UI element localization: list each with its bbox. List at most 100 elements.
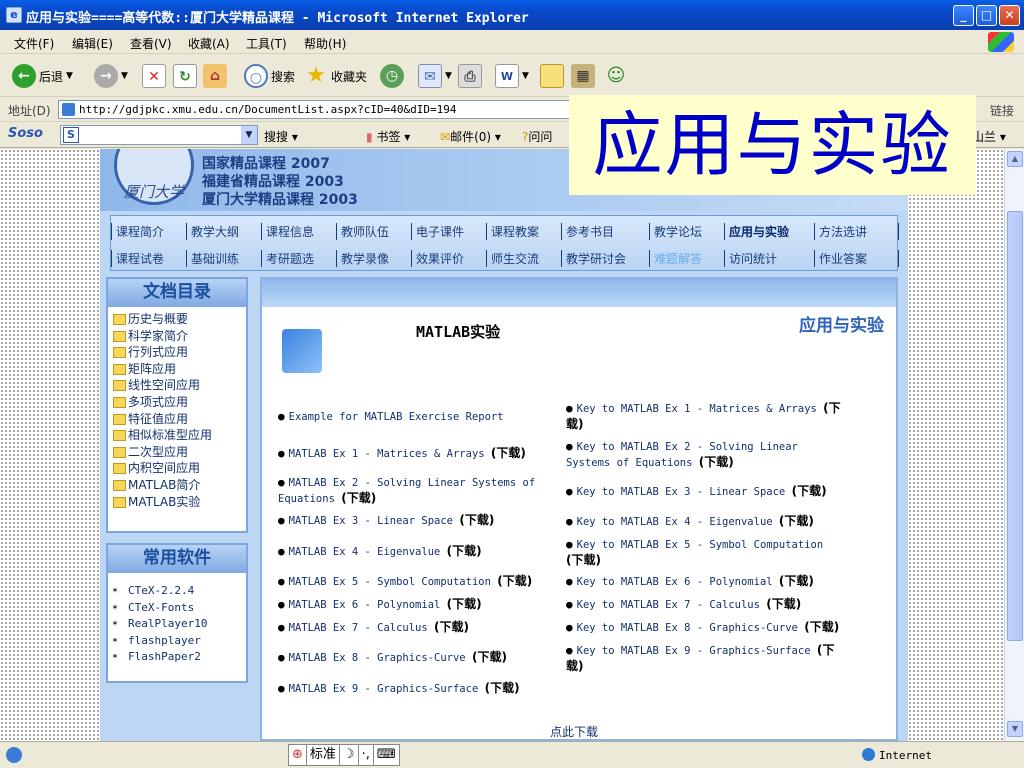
links-button[interactable]: 链接 <box>990 102 1014 119</box>
ime-logo-icon[interactable]: ⊕ <box>289 745 307 765</box>
back-dropdown-icon[interactable]: ▼ <box>66 71 73 81</box>
refresh-button[interactable]: ↻ <box>173 61 197 91</box>
close-button[interactable]: ✕ <box>999 5 1020 26</box>
key-file-item[interactable]: ● Key to MATLAB Ex 2 - Solving Linear Sys… <box>566 439 846 471</box>
ime-toolbar[interactable]: ⊕ 标准 ☽ ·, ⌨ <box>288 744 400 766</box>
soso-bookmarks-button[interactable]: ▮ 书签 ▾ <box>366 128 410 145</box>
nav-exams[interactable]: 课程试卷 <box>111 249 186 267</box>
key-file-item[interactable]: ● Key to MATLAB Ex 5 - Symbol Computation… <box>566 537 846 569</box>
mail-button[interactable]: ✉ ▼ <box>418 61 452 91</box>
nav-videos[interactable]: 教学录像 <box>336 249 411 267</box>
doc-link[interactable]: 历史与概要 <box>113 311 246 328</box>
print-button[interactable]: ⎙ <box>458 61 482 91</box>
home-button[interactable]: ⌂ <box>203 61 227 91</box>
doc-link[interactable]: 内积空间应用 <box>113 460 246 477</box>
nav-course-intro[interactable]: 课程简介 <box>111 222 186 240</box>
mail-dropdown-icon[interactable]: ▼ <box>445 71 452 81</box>
messenger-button[interactable]: ☺ <box>604 61 628 91</box>
ime-moon-icon[interactable]: ☽ <box>340 745 359 765</box>
nav-basic-training[interactable]: 基础训练 <box>186 249 261 267</box>
file-item[interactable]: ● MATLAB Ex 3 - Linear Space (下载) <box>278 513 548 529</box>
edit-dropdown-icon[interactable]: ▼ <box>522 71 529 81</box>
vertical-scrollbar[interactable]: ▲ ▼ <box>1004 149 1024 741</box>
menu-tools[interactable]: 工具(T) <box>246 35 287 52</box>
key-file-item[interactable]: ● Key to MATLAB Ex 4 - Eigenvalue (下载) <box>566 514 846 530</box>
nav-lesson-plans[interactable]: 课程教案 <box>486 222 561 240</box>
stop-button[interactable]: ✕ <box>142 61 166 91</box>
file-item[interactable]: ● MATLAB Ex 7 - Calculus (下载) <box>278 620 548 636</box>
file-item[interactable]: ● MATLAB Ex 5 - Symbol Computation (下载) <box>278 574 548 590</box>
nav-applications[interactable]: 应用与实验 <box>724 222 814 240</box>
favorites-button[interactable]: ★ 收藏夹 <box>304 61 367 91</box>
download-all-link[interactable]: 点此下载 <box>550 723 598 740</box>
doc-link[interactable]: 特征值应用 <box>113 411 246 428</box>
soso-extra[interactable]: 山兰 ▾ <box>972 128 1006 145</box>
file-item[interactable]: ● MATLAB Ex 8 - Graphics-Curve (下载) <box>278 650 548 666</box>
software-link[interactable]: CTeX-2.2.4 <box>112 583 246 600</box>
software-link[interactable]: CTeX-Fonts <box>112 600 246 617</box>
file-item[interactable]: ● MATLAB Ex 1 - Matrices & Arrays (下载) <box>278 446 548 462</box>
software-link[interactable]: RealPlayer10 <box>112 616 246 633</box>
soso-dropdown-icon[interactable]: ▼ <box>241 126 257 144</box>
history-button[interactable]: ◷ <box>380 61 404 91</box>
doc-link[interactable]: 矩阵应用 <box>113 361 246 378</box>
soso-mail-button[interactable]: ✉邮件(0) ▾ <box>440 128 501 145</box>
scroll-thumb[interactable] <box>1007 211 1023 641</box>
software-link[interactable]: flashplayer <box>112 633 246 650</box>
nav-slides[interactable]: 电子课件 <box>411 222 486 240</box>
key-file-item[interactable]: ● Key to MATLAB Ex 6 - Polynomial (下载) <box>566 574 846 590</box>
nav-teachers[interactable]: 教师队伍 <box>336 222 411 240</box>
menu-edit[interactable]: 编辑(E) <box>72 35 113 52</box>
nav-statistics[interactable]: 访问统计 <box>724 249 814 267</box>
soso-logo[interactable]: Soso <box>8 126 43 141</box>
file-item[interactable]: ● MATLAB Ex 4 - Eigenvalue (下载) <box>278 544 548 560</box>
key-file-item[interactable]: ● Key to MATLAB Ex 3 - Linear Space (下载) <box>566 484 846 500</box>
forward-button[interactable]: → ▼ <box>94 61 128 91</box>
doc-link[interactable]: 行列式应用 <box>113 344 246 361</box>
edit-button[interactable]: W ▼ <box>495 61 529 91</box>
soso-search-button[interactable]: 搜搜 ▾ <box>264 128 298 145</box>
minimize-button[interactable]: _ <box>953 5 974 26</box>
menu-file[interactable]: 文件(F) <box>14 35 54 52</box>
research-button[interactable]: ▦ <box>571 61 595 91</box>
nav-course-info[interactable]: 课程信息 <box>261 222 336 240</box>
key-file-item[interactable]: ● Key to MATLAB Ex 7 - Calculus (下载) <box>566 597 846 613</box>
soso-search-input[interactable]: S ▼ <box>60 125 258 145</box>
scroll-up-icon[interactable]: ▲ <box>1007 151 1023 167</box>
key-file-item[interactable]: ● Key to MATLAB Ex 8 - Graphics-Curve (下载… <box>566 620 846 636</box>
nav-seminar[interactable]: 教学研讨会 <box>561 249 649 267</box>
doc-link[interactable]: 线性空间应用 <box>113 377 246 394</box>
key-file-item[interactable]: ● Key to MATLAB Ex 1 - Matrices & Arrays … <box>566 401 846 433</box>
ime-mode[interactable]: 标准 <box>307 745 340 765</box>
back-button[interactable]: ← 后退 ▼ <box>12 61 73 91</box>
menu-view[interactable]: 查看(V) <box>130 35 172 52</box>
discuss-button[interactable] <box>540 61 564 91</box>
nav-evaluation[interactable]: 效果评价 <box>411 249 486 267</box>
menu-help[interactable]: 帮助(H) <box>304 35 346 52</box>
software-link[interactable]: FlashPaper2 <box>112 649 246 666</box>
nav-methods[interactable]: 方法选讲 <box>814 222 899 240</box>
address-input[interactable]: http://gdjpkc.xmu.edu.cn/DocumentList.as… <box>58 100 578 119</box>
file-item[interactable]: ● Example for MATLAB Exercise Report <box>278 409 538 425</box>
ime-keyboard-icon[interactable]: ⌨ <box>374 745 399 765</box>
nav-forum[interactable]: 教学论坛 <box>649 222 724 240</box>
doc-link[interactable]: MATLAB简介 <box>113 477 246 494</box>
doc-link[interactable]: MATLAB实验 <box>113 494 246 511</box>
nav-hard-problems[interactable]: 难题解答 <box>649 249 724 267</box>
scroll-down-icon[interactable]: ▼ <box>1007 721 1023 737</box>
file-item[interactable]: ● MATLAB Ex 6 - Polynomial (下载) <box>278 597 548 613</box>
doc-link[interactable]: 相似标准型应用 <box>113 427 246 444</box>
search-button[interactable]: ○ 搜索 <box>244 61 295 91</box>
maximize-button[interactable]: □ <box>976 5 997 26</box>
doc-link[interactable]: 科学家简介 <box>113 328 246 345</box>
soso-ask-button[interactable]: ?问问 <box>522 128 552 145</box>
menu-favorites[interactable]: 收藏(A) <box>188 35 230 52</box>
file-item[interactable]: ● MATLAB Ex 2 - Solving Linear Systems of… <box>278 475 548 507</box>
nav-grad-exam[interactable]: 考研题选 <box>261 249 336 267</box>
ime-punct-icon[interactable]: ·, <box>359 745 374 765</box>
key-file-item[interactable]: ● Key to MATLAB Ex 9 - Graphics-Surface (… <box>566 643 846 675</box>
nav-syllabus[interactable]: 教学大纲 <box>186 222 261 240</box>
doc-link[interactable]: 多项式应用 <box>113 394 246 411</box>
file-item[interactable]: ● MATLAB Ex 9 - Graphics-Surface (下载) <box>278 681 548 697</box>
nav-exchange[interactable]: 师生交流 <box>486 249 561 267</box>
